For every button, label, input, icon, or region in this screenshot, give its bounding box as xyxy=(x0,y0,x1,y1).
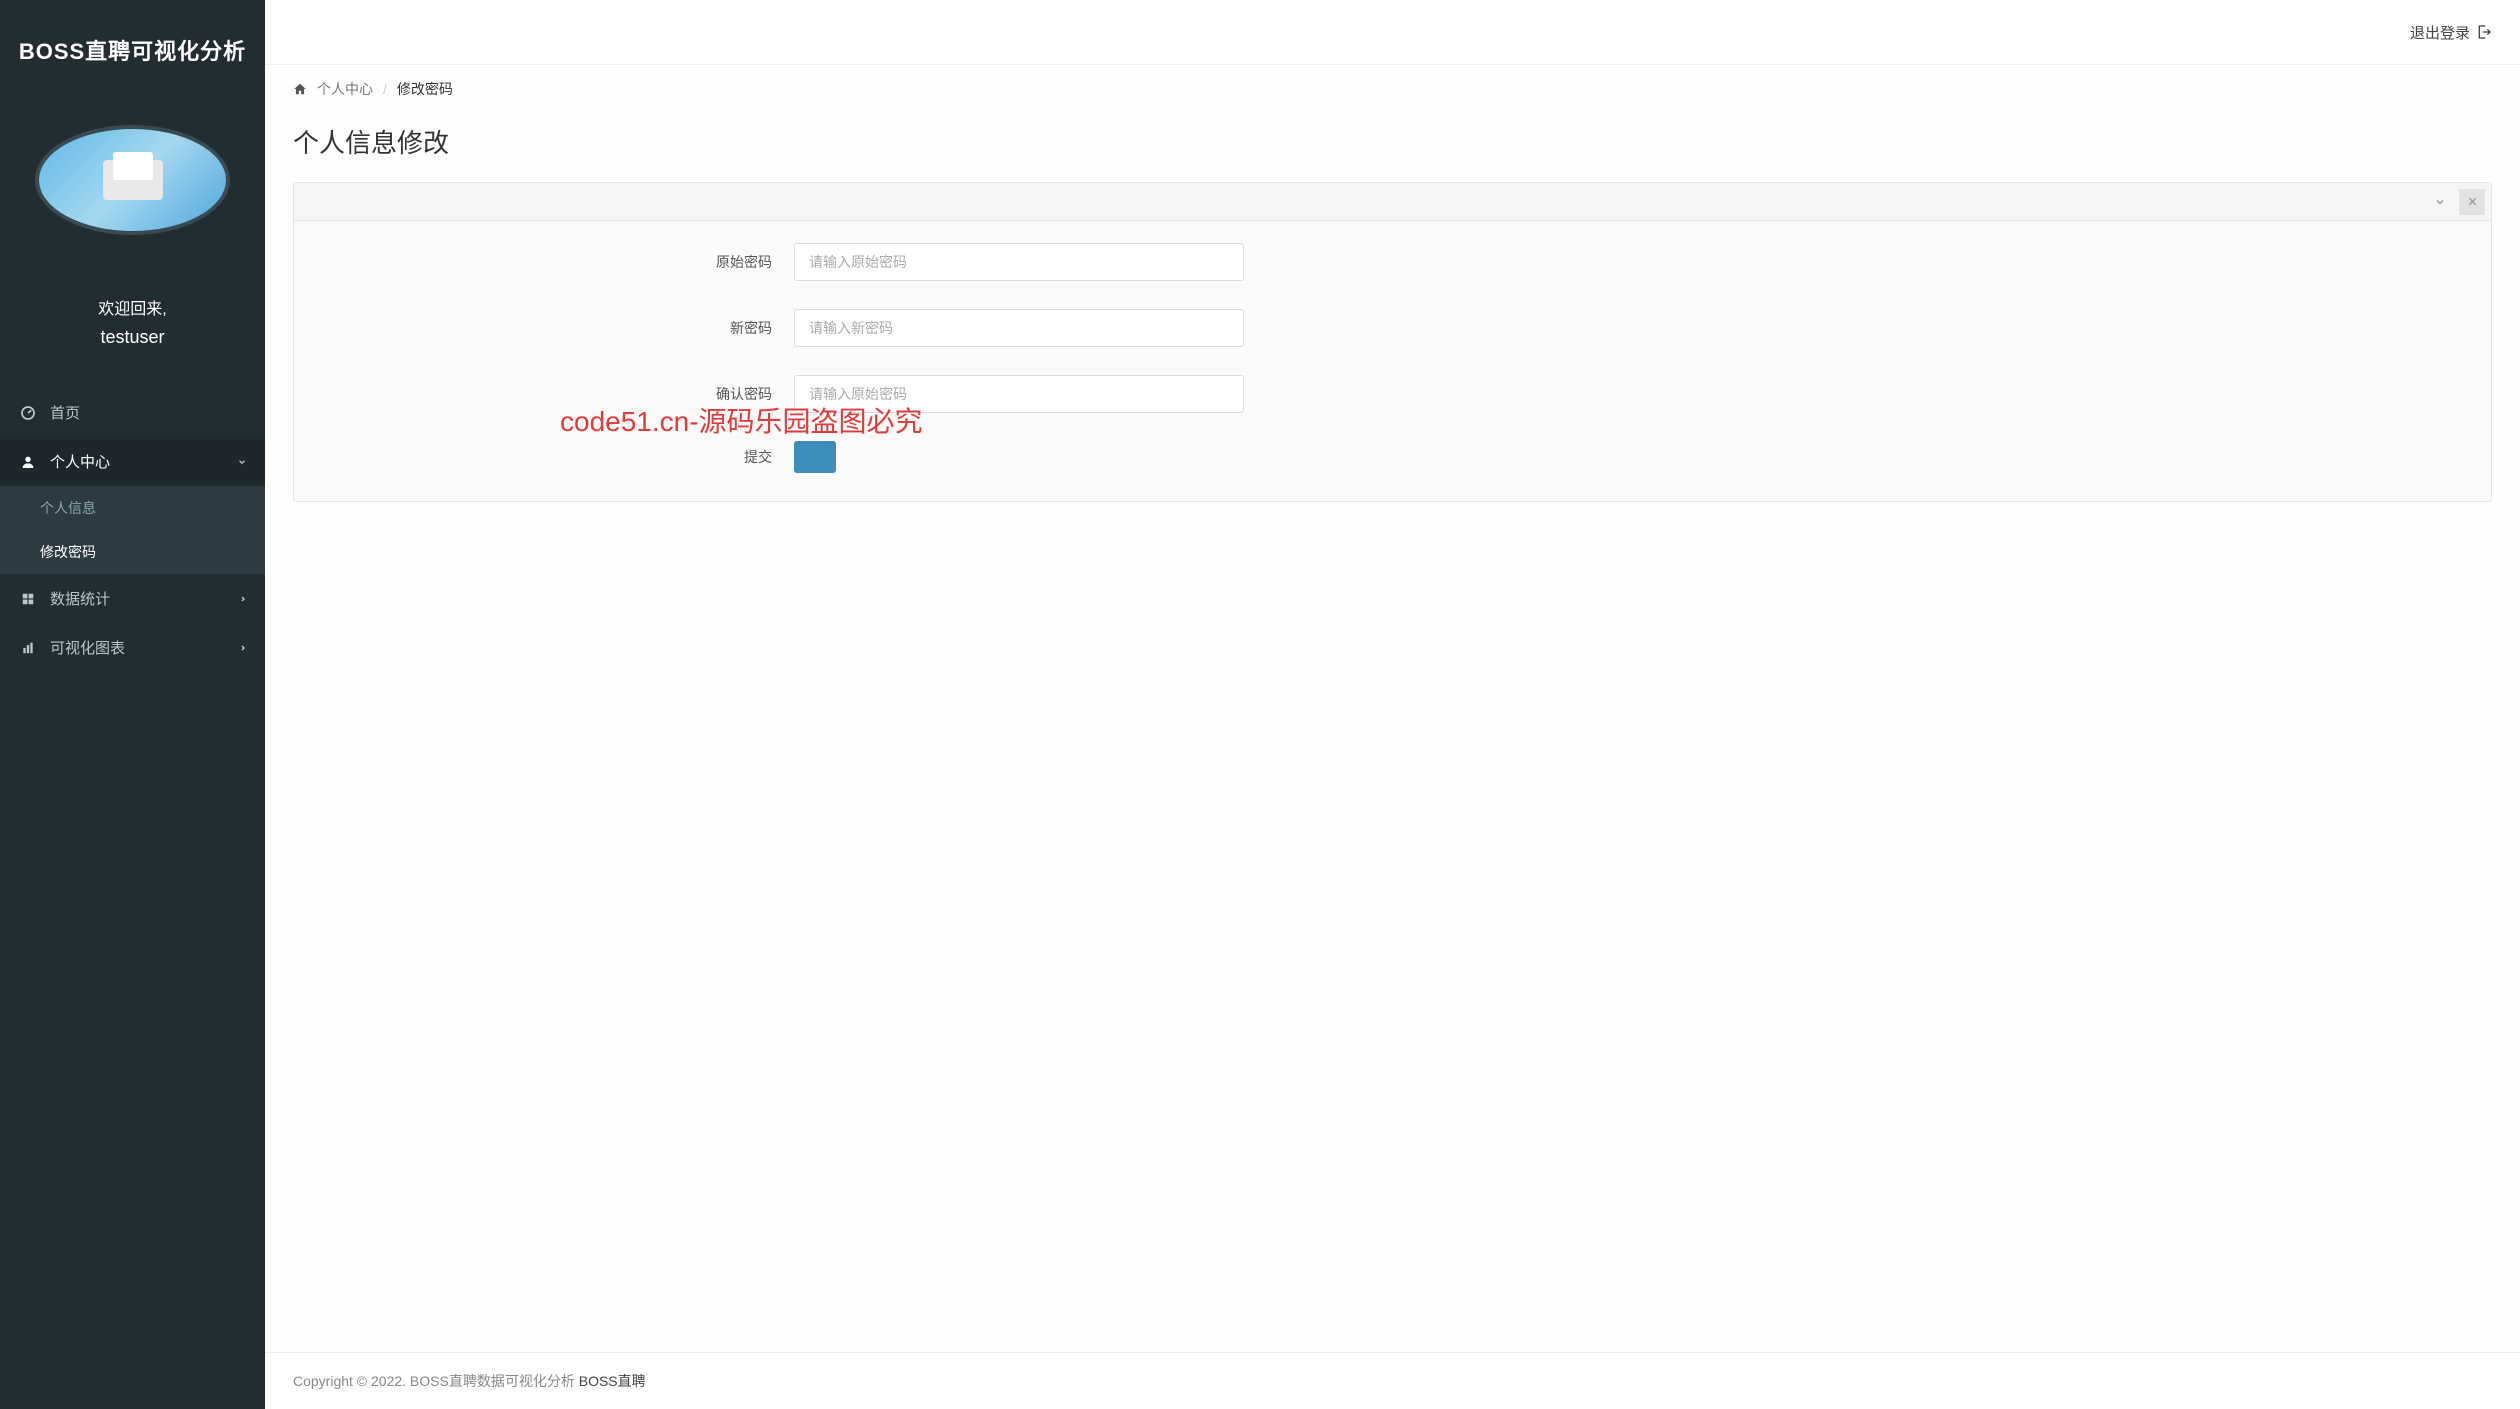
chevron-right-icon xyxy=(239,644,247,652)
footer: Copyright © 2022. BOSS直聘数据可视化分析 BOSS直聘 xyxy=(265,1352,2520,1409)
form-panel: 原始密码 新密码 确认密码 提交 xyxy=(293,182,2492,502)
chevron-down-icon xyxy=(237,457,247,467)
confirm-password-input[interactable] xyxy=(794,375,1244,413)
page-title: 个人信息修改 xyxy=(293,123,2492,160)
avatar xyxy=(35,125,230,235)
footer-copyright: Copyright © 2022. BOSS直聘数据可视化分析 xyxy=(293,1373,579,1389)
sidebar-nav: 首页 个人中心 个人信息 修改密码 数据统计 xyxy=(0,388,265,1409)
form-body: 原始密码 新密码 确认密码 提交 xyxy=(294,221,2491,501)
nav-visual-charts-label: 可视化图表 xyxy=(50,637,239,658)
original-password-input[interactable] xyxy=(794,243,1244,281)
welcome-text: 欢迎回来, xyxy=(0,295,265,319)
nav-personal-submenu: 个人信息 修改密码 xyxy=(0,486,265,574)
sidebar-profile: 欢迎回来, testuser xyxy=(0,100,265,388)
logout-button[interactable]: 退出登录 xyxy=(2410,22,2492,43)
logout-label: 退出登录 xyxy=(2410,22,2470,43)
content-wrap: 个人信息修改 原始密码 新密码 xyxy=(265,113,2520,1352)
panel-close-button[interactable] xyxy=(2459,189,2485,215)
confirm-password-label: 确认密码 xyxy=(374,384,794,404)
nav-personal-center[interactable]: 个人中心 xyxy=(0,437,265,486)
form-submit-row: 提交 xyxy=(374,441,2411,473)
nav-visual-charts[interactable]: 可视化图表 xyxy=(0,623,265,672)
nav-data-stats[interactable]: 数据统计 xyxy=(0,574,265,623)
dashboard-icon xyxy=(18,403,38,423)
original-password-label: 原始密码 xyxy=(374,252,794,272)
nav-personal-info[interactable]: 个人信息 xyxy=(0,486,265,530)
submit-button[interactable] xyxy=(794,441,836,473)
app-title: BOSS直聘可视化分析 xyxy=(19,34,246,66)
form-row-new-password: 新密码 xyxy=(374,309,2411,347)
grid-icon xyxy=(18,589,38,609)
home-icon[interactable] xyxy=(293,82,307,96)
panel-header xyxy=(294,183,2491,221)
sidebar: BOSS直聘可视化分析 欢迎回来, testuser 首页 个人中心 xyxy=(0,0,265,1409)
logout-icon xyxy=(2476,24,2492,40)
breadcrumb: 个人中心 / 修改密码 xyxy=(265,65,2520,113)
breadcrumb-current: 修改密码 xyxy=(397,79,453,99)
new-password-input[interactable] xyxy=(794,309,1244,347)
form-row-confirm-password: 确认密码 xyxy=(374,375,2411,413)
nav-data-stats-label: 数据统计 xyxy=(50,588,239,609)
main-area: 退出登录 个人中心 / 修改密码 个人信息修改 xyxy=(265,0,2520,1409)
user-icon xyxy=(18,452,38,472)
chevron-right-icon xyxy=(239,595,247,603)
nav-home-label: 首页 xyxy=(50,402,247,423)
panel-collapse-button[interactable] xyxy=(2427,189,2453,215)
username-text: testuser xyxy=(0,327,265,348)
submit-label: 提交 xyxy=(374,447,794,467)
form-row-original-password: 原始密码 xyxy=(374,243,2411,281)
chart-icon xyxy=(18,638,38,658)
topbar: 退出登录 xyxy=(265,0,2520,65)
breadcrumb-separator: / xyxy=(383,81,387,97)
nav-home[interactable]: 首页 xyxy=(0,388,265,437)
new-password-label: 新密码 xyxy=(374,318,794,338)
breadcrumb-parent[interactable]: 个人中心 xyxy=(317,79,373,99)
nav-personal-center-label: 个人中心 xyxy=(50,451,237,472)
nav-change-password[interactable]: 修改密码 xyxy=(0,530,265,574)
footer-link[interactable]: BOSS直聘 xyxy=(579,1373,646,1389)
sidebar-header: BOSS直聘可视化分析 xyxy=(0,0,265,100)
